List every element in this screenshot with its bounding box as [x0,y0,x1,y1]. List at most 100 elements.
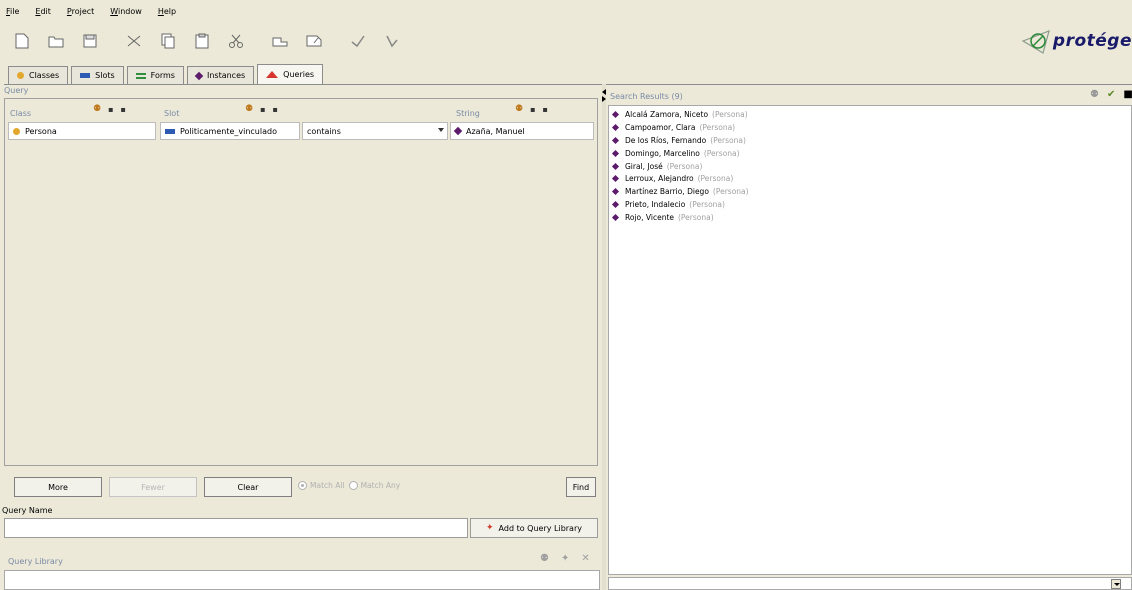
query-library-actions: ⚉ ✦ ✕ [540,553,602,564]
paste-icon[interactable] [190,29,214,53]
result-name: Martínez Barrio, Diego [625,187,709,197]
split-divider[interactable] [602,84,606,590]
slot-value: Politicamente_vinculado [180,126,277,136]
tab-label: Classes [29,71,60,80]
back-icon[interactable] [380,29,404,53]
new-file-icon[interactable] [10,29,34,53]
instance-icon [611,214,620,222]
menu-file[interactable]: File [6,7,19,16]
list-item[interactable]: Prieto, Indalecio (Persona) [609,198,1131,211]
tab-instances[interactable]: Instances [186,66,255,84]
query-library-list[interactable] [4,570,600,590]
match-all-radio[interactable] [298,481,307,490]
view-instance-icon[interactable]: ⚉ [1090,89,1099,100]
tab-forms[interactable]: Forms [126,66,184,84]
save-icon[interactable] [78,29,102,53]
menu-window[interactable]: Window [110,7,142,16]
close-icon[interactable]: ✕ [581,553,589,564]
scissors-icon[interactable] [224,29,248,53]
cut-icon[interactable] [122,29,146,53]
instance-icon [194,71,204,80]
edit-query-icon[interactable]: ✦ [561,553,569,564]
tab-label: Forms [150,71,175,80]
undo-icon[interactable] [268,29,292,53]
slot-column-header: Slot [164,108,180,118]
instance-icon [611,110,620,118]
match-any-radio[interactable] [348,481,358,490]
logo-mark-icon [1021,27,1051,55]
add-icon[interactable]: ▪ [108,105,113,114]
collapse-right-icon[interactable] [602,96,606,102]
add-icon[interactable]: ▪ [260,105,265,114]
class-column-header: Class [10,108,32,118]
result-class: (Persona) [678,213,714,223]
toolbar: protége [0,22,1132,60]
add-icon[interactable]: ▪ [530,105,535,114]
add-library-icon: ✦ [486,523,494,533]
chevron-down-icon[interactable] [1111,579,1121,589]
result-class: (Persona) [697,174,734,184]
select-instance-icon[interactable]: ⚉ [515,104,523,114]
select-slot-icon[interactable]: ⚉ [245,104,253,114]
result-name: Alcalá Zamora, Niceto [625,109,709,119]
menu-project[interactable]: Project [67,7,94,16]
tab-bar: Classes Slots Forms Instances Queries [8,64,326,84]
tab-classes[interactable]: Classes [8,66,69,84]
list-item[interactable]: Lerroux, Alejandro (Persona) [609,172,1131,185]
tab-queries[interactable]: Queries [257,64,324,84]
string-field[interactable]: Azaña, Manuel [450,122,594,140]
search-results-actions: ⚉ ✔ ■ [1082,89,1132,100]
string-value: Azaña, Manuel [466,126,525,136]
result-class: (Persona) [703,148,740,158]
class-field[interactable]: Persona [8,122,156,140]
instance-icon [611,175,620,183]
list-item[interactable]: Martínez Barrio, Diego (Persona) [609,185,1131,198]
open-folder-icon[interactable] [44,29,68,53]
menu-icon[interactable]: ■ [1123,89,1132,100]
list-item[interactable]: Domingo, Marcelino (Persona) [609,147,1131,160]
search-results-footer [608,577,1132,590]
result-class: (Persona) [710,135,746,145]
chevron-down-icon [438,128,444,132]
slot-field[interactable]: Politicamente_vinculado [160,122,300,140]
collapse-left-icon[interactable] [602,89,606,95]
more-button[interactable]: More [14,477,102,497]
add-to-query-library-button[interactable]: ✦ Add to Query Library [470,518,598,538]
list-item[interactable]: Rojo, Vicente (Persona) [609,211,1131,224]
copy-icon[interactable] [156,29,180,53]
logo-text: protége [1052,31,1132,51]
query-name-input[interactable] [4,518,468,538]
match-any-label: Match Any [360,481,401,490]
result-class: (Persona) [712,187,749,197]
retrieve-query-icon[interactable]: ⚉ [540,553,549,564]
find-button[interactable]: Find [566,477,596,497]
result-name: Giral, José [625,161,663,171]
remove-icon[interactable]: ▪ [273,105,278,114]
remove-icon[interactable]: ▪ [543,105,548,114]
fewer-button[interactable]: Fewer [109,477,197,497]
operator-value: contains [307,126,341,136]
menu-edit[interactable]: Edit [35,7,51,16]
tab-slots[interactable]: Slots [71,66,124,84]
class-icon [17,72,24,79]
result-name: Rojo, Vicente [625,213,674,223]
result-class: (Persona) [699,122,736,132]
instance-icon [611,188,620,196]
result-name: Campoamor, Clara [625,122,696,132]
redo-icon[interactable] [302,29,326,53]
remove-icon[interactable]: ▪ [121,105,126,114]
clear-button[interactable]: Clear [204,477,292,497]
export-icon[interactable]: ✔ [1107,89,1115,100]
menu-help[interactable]: Help [158,7,176,16]
add-library-label: Add to Query Library [498,523,582,533]
forward-icon[interactable] [346,29,370,53]
operator-select[interactable]: contains [302,122,448,140]
list-item[interactable]: Alcalá Zamora, Niceto (Persona) [609,108,1131,121]
select-class-icon[interactable]: ⚉ [93,104,101,114]
list-item[interactable]: Campoamor, Clara (Persona) [609,121,1131,134]
list-item[interactable]: Giral, José (Persona) [609,160,1131,173]
slot-icon [165,128,175,134]
list-item[interactable]: De los Ríos, Fernando (Persona) [609,134,1131,147]
result-name: Prieto, Indalecio [625,200,686,210]
class-icon [13,127,20,135]
